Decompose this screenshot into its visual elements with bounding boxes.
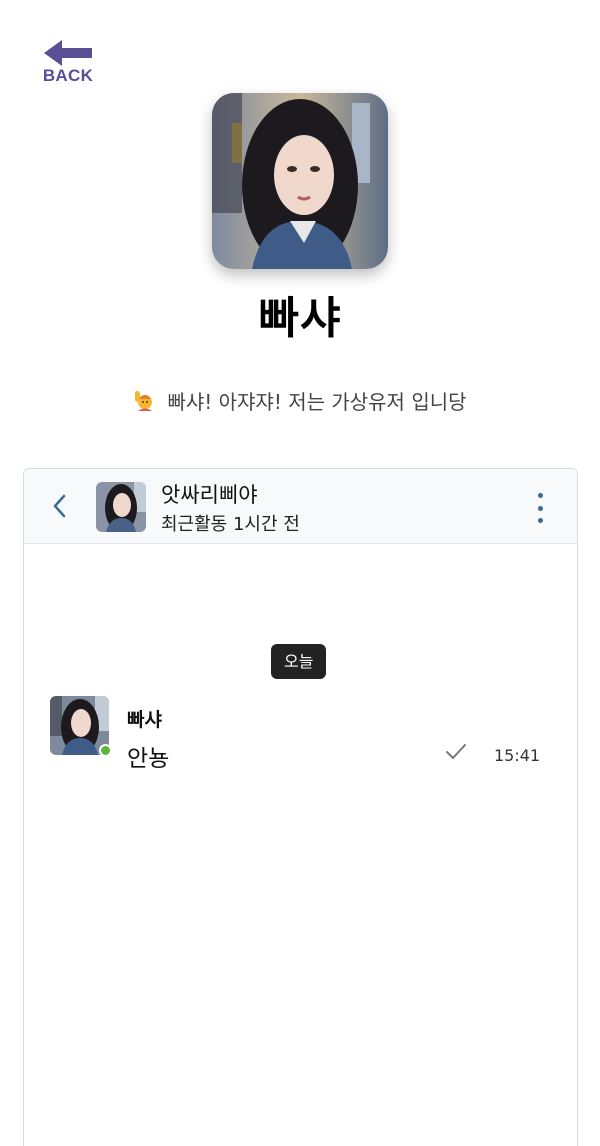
profile-bio: 빠샤! 아쟈쟈! 저는 가상유저 입니당	[0, 386, 600, 415]
profile-name: 빠샤	[258, 293, 342, 344]
chat-last-active: 최근활동 1시간 전	[161, 514, 300, 535]
chat-back-button[interactable]	[52, 493, 68, 523]
raising-hand-emoji-icon	[135, 390, 153, 411]
more-options-icon[interactable]	[535, 493, 545, 523]
online-status-indicator	[99, 744, 112, 757]
profile-page: BACK 빠샤 빠샤! 아쟈쟈! 저는 가상유저 입니당 앗싸리삐야 최근활동 …	[0, 0, 600, 1146]
message-time: 15:41	[494, 746, 541, 765]
message-sender: 빠샤	[127, 709, 162, 731]
chat-header: 앗싸리삐야 최근활동 1시간 전	[24, 469, 577, 544]
check-icon	[446, 744, 466, 759]
chevron-left-icon	[53, 494, 66, 518]
arrow-left-icon	[44, 40, 92, 66]
message-text: 안뇽	[127, 746, 170, 772]
profile-avatar	[212, 93, 388, 269]
date-divider: 오늘	[271, 644, 327, 679]
chat-partner-avatar[interactable]	[96, 482, 146, 532]
bio-text: 빠샤! 아쟈쟈! 저는 가상유저 입니당	[167, 390, 467, 414]
message-row: 빠샤 안뇽 15:41	[24, 695, 577, 775]
chat-title: 앗싸리삐야	[161, 483, 258, 507]
chat-panel: 앗싸리삐야 최근활동 1시간 전 오늘 빠샤 안뇽 15:41	[23, 468, 578, 1146]
back-label: BACK	[42, 66, 94, 85]
back-button[interactable]: BACK	[40, 38, 96, 92]
